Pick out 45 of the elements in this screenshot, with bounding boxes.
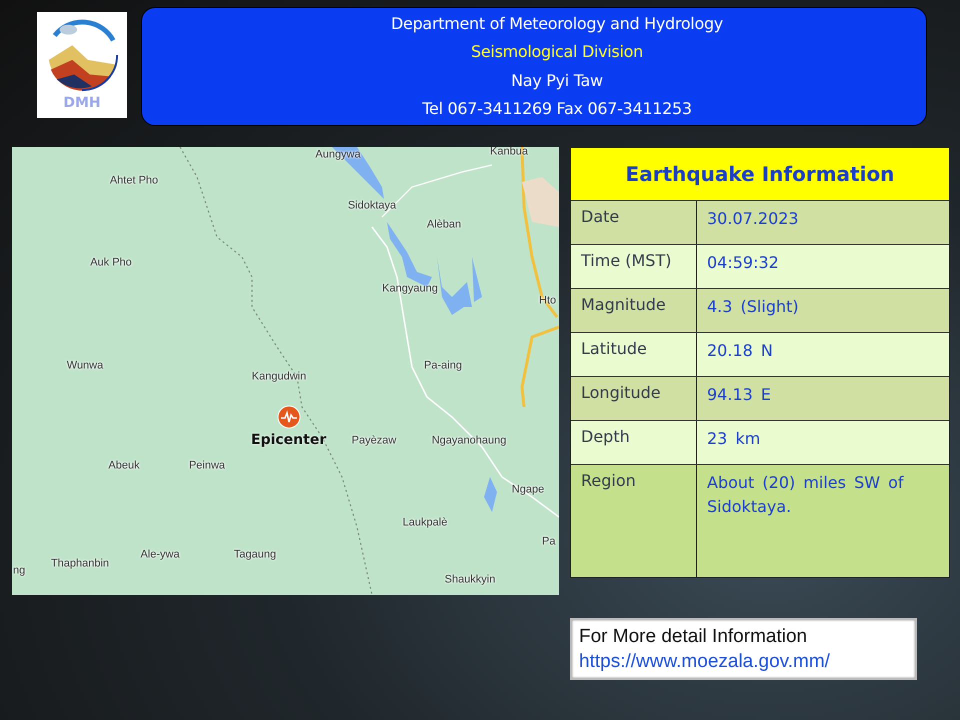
place-label: ng	[13, 564, 26, 578]
table-cell: Time (MST)	[571, 245, 697, 288]
place-label: Ngayanohaung	[432, 434, 506, 448]
place-label: Tagaung	[234, 548, 276, 562]
logo-text: DMH	[63, 94, 101, 112]
header-text: Department of Meteorology and Hydrology	[391, 12, 723, 34]
place-label: Peinwa	[188, 460, 226, 472]
table-cell-text: 4.3 (Slight)	[706, 296, 800, 318]
table-cell-text: 04:59:32	[706, 252, 780, 274]
place-label: Kangudwin	[252, 370, 306, 384]
place-label: Pa-aing	[424, 360, 462, 372]
header-text: Nay Pyi Taw	[511, 70, 603, 92]
info-text: For More detail Information	[579, 625, 808, 649]
place-label: Shaukkyin	[444, 574, 496, 586]
place-label: Alèban	[426, 218, 462, 232]
table-cell-text: About (20) miles SW of Sidoktaya.	[706, 472, 905, 518]
table-cell: Date	[571, 201, 697, 244]
place-label: Thaphanbin	[50, 558, 110, 570]
place-label: Sidoktaya	[348, 200, 396, 212]
website-link[interactable]: https://www.moezala.gov.mm/	[579, 649, 908, 674]
table-cell: Magnitude	[571, 289, 697, 332]
place-label: Aungywa	[315, 148, 361, 162]
table-cell-text: 30.07.2023	[706, 208, 800, 230]
table-cell-text: 20.18 N	[706, 340, 774, 362]
table-cell: Region	[571, 465, 697, 577]
place-label: Ale-ywa	[140, 548, 180, 562]
table-cell-text: 94.13 E	[706, 384, 772, 406]
place-label: Auk Pho	[90, 256, 132, 270]
table-cell-text: 23 km	[706, 428, 762, 450]
epicenter-label: Epicenter	[251, 431, 326, 449]
header-text: Seismological Division	[471, 41, 643, 63]
place-label: Kangyaung	[382, 282, 438, 296]
place-label: Ahtet Pho	[110, 174, 158, 188]
place-label: Abeuk	[108, 460, 140, 472]
table-cell: Depth	[571, 421, 697, 464]
place-label: Laukpalè	[402, 516, 448, 530]
place-label: Pa	[542, 536, 556, 548]
place-label: Payèzaw	[352, 434, 396, 448]
table-cell: Latitude	[571, 333, 697, 376]
table-cell: Longitude	[571, 377, 697, 420]
place-label: Wunwa	[66, 360, 104, 372]
header-text: Tel 067-3411269 Fax 067-3411253	[422, 98, 692, 120]
epicenter-marker-icon	[277, 405, 301, 429]
place-label: Ngape	[512, 484, 544, 496]
table-title: Earthquake Information	[571, 148, 949, 201]
